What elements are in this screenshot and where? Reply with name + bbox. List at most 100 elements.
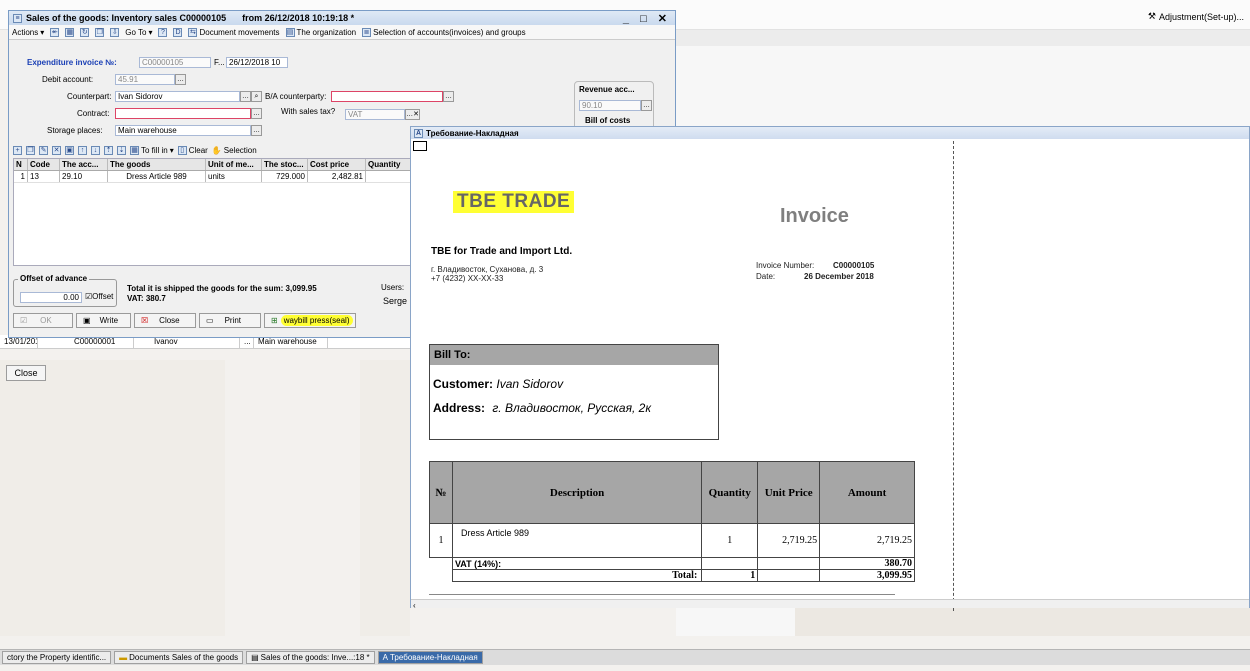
export-icon[interactable]: ⇩: [110, 27, 120, 37]
column-header[interactable]: The acc...: [60, 159, 108, 170]
scroll-left-icon[interactable]: ‹: [411, 601, 416, 610]
taskbar-item[interactable]: ▬ Documents Sales of the goods: [114, 651, 244, 664]
taskbar: ctory the Property identific... ▬ Documen…: [0, 649, 1250, 665]
taskbar-item[interactable]: ctory the Property identific...: [2, 651, 112, 664]
total-row: Total: 1 3,099.95: [430, 569, 915, 582]
clear-button[interactable]: ▯ Clear: [177, 145, 208, 155]
sort-desc-icon[interactable]: ⇣: [117, 145, 126, 155]
back-icon[interactable]: ↞: [50, 27, 60, 37]
bill-to-header: Bill To:: [430, 345, 718, 365]
write-button[interactable]: ▣ Write: [76, 313, 131, 328]
add-row-icon[interactable]: +: [13, 145, 22, 155]
end-edit-icon[interactable]: ▣: [65, 145, 74, 155]
storage-select-button[interactable]: …: [251, 125, 262, 136]
dr-cr-icon[interactable]: D: [173, 27, 183, 37]
ba-counterparty-field[interactable]: [331, 91, 443, 102]
fill-in-button[interactable]: ▦ To fill in ▾: [130, 145, 174, 155]
grid-icon[interactable]: ▦: [65, 27, 75, 37]
address-line: Address: г. Владивосток, Русская, 2к: [430, 391, 718, 415]
blank-cell: [701, 557, 759, 570]
edit-row-icon[interactable]: ✎: [39, 145, 48, 155]
sales-tax-clear-button[interactable]: …✕: [405, 109, 420, 120]
window-titlebar[interactable]: ≡ Sales of the goods: Inventory sales C0…: [9, 11, 675, 25]
document-movements-button[interactable]: ⇆ Document movements: [188, 27, 280, 37]
counterpart-field[interactable]: Ivan Sidorov: [115, 91, 240, 102]
move-down-icon[interactable]: ↓: [91, 145, 100, 155]
invoice-number-field[interactable]: C00000105: [139, 57, 211, 68]
background-column: [0, 360, 225, 636]
contract-select-button[interactable]: …: [251, 108, 262, 119]
print-button[interactable]: ▭ Print: [199, 313, 261, 328]
column-header[interactable]: Cost price: [308, 159, 366, 170]
fill-icon: ▦: [130, 145, 139, 155]
table-row[interactable]: 1 13 29.10 Dress Article 989 units 729.0…: [14, 171, 416, 183]
bill-of-costs-label: Bill of costs: [585, 116, 631, 125]
selection-button[interactable]: ✋ Selection: [212, 146, 257, 155]
table-cell: 29.10: [60, 171, 108, 182]
column-header[interactable]: N: [14, 159, 28, 170]
window-title-date: from 26/12/2018 10:19:18 *: [242, 13, 355, 23]
close-icon: ☒: [141, 316, 149, 325]
delete-row-icon[interactable]: ✕: [52, 145, 61, 155]
revenue-account-field[interactable]: 90.10: [579, 100, 641, 111]
column-header[interactable]: The goods: [108, 159, 206, 170]
window-title: Sales of the goods: Inventory sales C000…: [26, 13, 227, 23]
calendar-icon: ▤: [285, 27, 295, 37]
selection-accounts-button[interactable]: ≣ Selection of accounts(invoices) and gro…: [362, 27, 526, 37]
close-window-button[interactable]: ☒ Close: [134, 313, 196, 328]
contract-field[interactable]: [115, 108, 251, 119]
close-button[interactable]: Close: [6, 365, 46, 381]
copy-icon[interactable]: ❐: [95, 27, 105, 37]
column-header[interactable]: Code: [28, 159, 60, 170]
window-controls[interactable]: _ □ ✕: [623, 12, 671, 25]
revenue-select-button[interactable]: …: [641, 100, 652, 111]
close-label: Close: [159, 316, 180, 325]
sort-asc-icon[interactable]: ⇡: [104, 145, 113, 155]
ok-button[interactable]: ☑ OK: [13, 313, 73, 328]
help-icon[interactable]: ?: [158, 27, 168, 37]
total-label: Total:: [451, 569, 703, 582]
taskbar-item-active[interactable]: A Требование-Накладная: [377, 651, 483, 664]
horizontal-scrollbar[interactable]: ‹: [411, 599, 1249, 610]
organization-button[interactable]: ▤ The organization: [285, 27, 356, 37]
column-header[interactable]: Unit of me...: [206, 159, 262, 170]
debit-select-button[interactable]: …: [175, 74, 186, 85]
column-header: Quantity: [701, 461, 759, 524]
table-cell: units: [206, 171, 262, 182]
actions-label: Actions: [12, 27, 39, 37]
taskbar-item[interactable]: ▤ Sales of the goods: Inve...:18 *: [246, 651, 375, 664]
sales-tax-field[interactable]: VAT: [345, 109, 405, 120]
waybill-print-button[interactable]: ⊞ waybill press(seal): [264, 313, 356, 328]
ba-select-button[interactable]: …: [443, 91, 454, 102]
table-cell: 13: [28, 171, 60, 182]
document-icon: A: [414, 128, 423, 138]
page-divider: [429, 594, 895, 595]
vat-total-label: VAT: 380.7: [127, 294, 166, 303]
column-header[interactable]: The stoc...: [262, 159, 308, 170]
refresh-icon[interactable]: ↻: [80, 27, 90, 37]
debit-account-field[interactable]: 45.91: [115, 74, 175, 85]
movements-icon: ⇆: [188, 27, 198, 37]
search-icon[interactable]: ⌕: [251, 91, 262, 102]
clear-icon: ▯: [177, 145, 187, 155]
advance-field[interactable]: 0.00: [20, 292, 82, 303]
blank-cell: [757, 557, 821, 570]
tools-icon: ⚒: [1147, 11, 1156, 21]
copy-row-icon[interactable]: ❐: [26, 145, 35, 155]
adjustment-button[interactable]: ⚒ Adjustment(Set-up)...: [1148, 11, 1244, 22]
column-header[interactable]: Quantity: [366, 159, 416, 170]
goto-menu[interactable]: Go To ▾: [125, 28, 152, 37]
counterpart-select-button[interactable]: …: [240, 91, 251, 102]
company-phone: +7 (4232) XX-XX-33: [431, 274, 504, 283]
column-header: Unit Price: [757, 461, 821, 524]
invoice-date-field[interactable]: 26/12/2018 10: [226, 57, 288, 68]
taskbar-item-label: Documents Sales of the goods: [129, 653, 239, 662]
page-break-line: [953, 141, 954, 611]
ba-counterparty-label: B/A counterparty:: [265, 92, 327, 101]
move-up-icon[interactable]: ↑: [78, 145, 87, 155]
invoice-titlebar[interactable]: A Требование-Накладная: [411, 127, 1249, 139]
selection-icon: ≣: [362, 27, 372, 37]
offset-checkbox[interactable]: ☑Offset: [85, 292, 113, 301]
actions-menu[interactable]: Actions ▾: [12, 28, 44, 37]
storage-places-field[interactable]: Main warehouse: [115, 125, 251, 136]
